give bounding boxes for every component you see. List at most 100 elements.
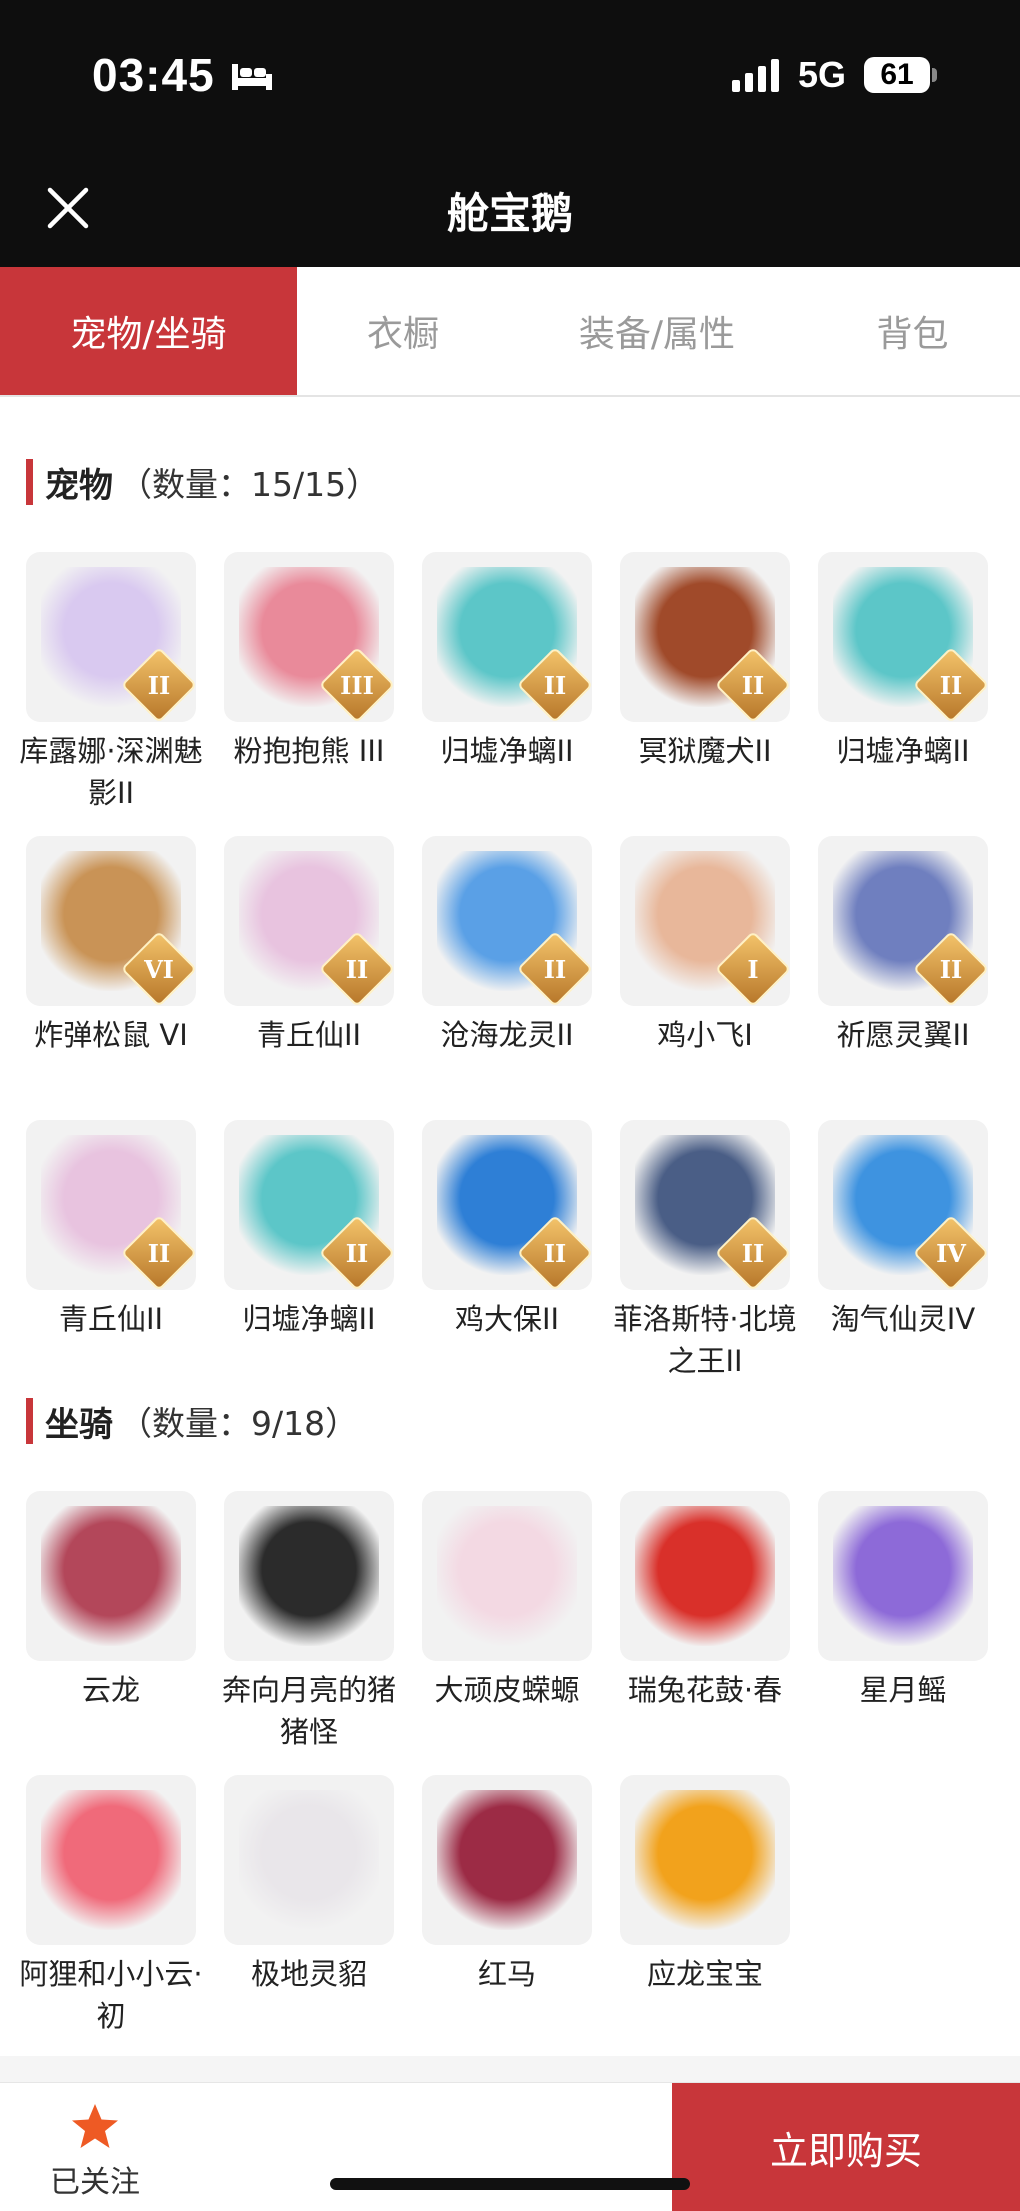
item-image — [437, 1790, 577, 1930]
tier-badge-label: II — [741, 670, 765, 700]
item-thumbnail: I — [620, 836, 790, 1006]
pet-card[interactable]: II 归墟净螭II — [422, 552, 592, 818]
item-name: 鸡大保II — [454, 1302, 560, 1336]
section-accent-bar — [26, 1398, 33, 1444]
item-name: 淘气仙灵IV — [830, 1302, 976, 1336]
mounts-section-count: （数量：9/18） — [119, 1404, 359, 1443]
item-thumbnail: II — [422, 552, 592, 722]
tier-badge-label: II — [939, 670, 963, 700]
star-icon — [72, 2104, 118, 2148]
item-image — [635, 1506, 775, 1646]
item-name: 奔向月亮的猪猪怪 — [221, 1673, 396, 1749]
top-bar: 03:45 5G 61 舱宝鹅 — [0, 0, 1020, 267]
pet-card[interactable]: II 鸡大保II — [422, 1120, 592, 1386]
item-name: 沧海龙灵II — [440, 1018, 574, 1052]
mount-card[interactable]: 大顽皮蝾螈 — [422, 1491, 592, 1757]
item-thumbnail — [224, 1775, 394, 1945]
pets-grid: II 库露娜·深渊魅影II III 粉抱抱熊 III II 归墟净螭II II 冥狱魔犬II I… — [19, 552, 996, 1386]
item-name: 粉抱抱熊 III — [233, 734, 385, 768]
tab-backpack[interactable]: 背包 — [805, 267, 1020, 395]
mount-card[interactable]: 瑞兔花鼓·春 — [620, 1491, 790, 1757]
battery-icon: 61 — [864, 57, 930, 93]
battery-level: 61 — [880, 58, 914, 91]
item-thumbnail — [620, 1775, 790, 1945]
mount-card[interactable]: 极地灵貂 — [224, 1775, 394, 2041]
pets-section-count: （数量：15/15） — [119, 465, 380, 504]
item-thumbnail — [26, 1491, 196, 1661]
item-name: 青丘仙II — [256, 1018, 362, 1052]
pet-card[interactable]: I 鸡小飞I — [620, 836, 790, 1102]
follow-button[interactable]: 已关注 — [40, 2101, 150, 2201]
tab-equipment[interactable]: 装备/属性 — [509, 267, 805, 395]
item-name: 极地灵貂 — [250, 1957, 367, 1991]
tier-badge-label: VI — [144, 954, 174, 984]
item-thumbnail: II — [26, 1120, 196, 1290]
item-image — [833, 1506, 973, 1646]
tier-badge-label: IV — [936, 1238, 966, 1268]
tier-badge-label: II — [147, 1238, 171, 1268]
tab-wardrobe[interactable]: 衣橱 — [297, 267, 509, 395]
pet-card[interactable]: II 菲洛斯特·北境之王II — [613, 1120, 797, 1386]
item-thumbnail: IV — [818, 1120, 988, 1290]
signal-icon — [732, 59, 779, 92]
battery-tip — [932, 68, 937, 82]
item-name: 祈愿灵翼II — [836, 1018, 970, 1052]
item-thumbnail — [422, 1491, 592, 1661]
mount-card[interactable]: 奔向月亮的猪猪怪 — [222, 1491, 396, 1757]
status-bar: 03:45 5G 61 — [0, 0, 1020, 150]
tier-badge-label: III — [340, 670, 374, 700]
pet-card[interactable]: II 青丘仙II — [26, 1120, 196, 1386]
pets-section-title: 宠物 — [45, 465, 113, 506]
item-thumbnail: II — [422, 1120, 592, 1290]
buy-now-button[interactable]: 立即购买 — [672, 2083, 1020, 2211]
mount-card[interactable]: 应龙宝宝 — [620, 1775, 790, 2041]
item-image — [239, 1506, 379, 1646]
item-thumbnail — [224, 1491, 394, 1661]
bottom-bar: 已关注 立即购买 — [0, 2082, 1020, 2211]
pet-card[interactable]: II 冥狱魔犬II — [620, 552, 790, 818]
item-name: 炸弹松鼠 VI — [34, 1018, 188, 1052]
item-name: 阿狸和小小云·初 — [19, 1957, 203, 2033]
tier-badge-label: II — [147, 670, 171, 700]
item-name: 应龙宝宝 — [646, 1957, 763, 1991]
mount-card[interactable]: 云龙 — [26, 1491, 196, 1757]
pet-card[interactable]: II 归墟净螭II — [224, 1120, 394, 1386]
sleep-mode-icon — [232, 64, 272, 90]
tier-badge-label: II — [345, 1238, 369, 1268]
pet-card[interactable]: II 青丘仙II — [224, 836, 394, 1102]
pet-card[interactable]: II 库露娜·深渊魅影II — [19, 552, 203, 818]
tier-badge-label: II — [543, 1238, 567, 1268]
item-thumbnail: II — [224, 1120, 394, 1290]
tier-badge-label: II — [939, 954, 963, 984]
pet-card[interactable]: IV 淘气仙灵IV — [818, 1120, 988, 1386]
item-thumbnail: III — [224, 552, 394, 722]
pet-card[interactable]: II 祈愿灵翼II — [818, 836, 988, 1102]
follow-label: 已关注 — [50, 2165, 140, 2200]
item-name: 青丘仙II — [58, 1302, 164, 1336]
mount-card[interactable]: 红马 — [422, 1775, 592, 2041]
item-thumbnail: II — [26, 552, 196, 722]
pet-card[interactable]: II 归墟净螭II — [818, 552, 988, 818]
tier-badge-label: I — [747, 954, 759, 984]
item-name: 归墟净螭II — [440, 734, 574, 768]
item-name: 归墟净螭II — [242, 1302, 376, 1336]
page-title: 舱宝鹅 — [446, 189, 573, 238]
item-name: 归墟净螭II — [836, 734, 970, 768]
item-thumbnail: II — [818, 836, 988, 1006]
item-thumbnail — [26, 1775, 196, 1945]
home-indicator — [330, 2178, 690, 2190]
item-name: 鸡小飞I — [657, 1018, 753, 1052]
item-name: 大顽皮蝾螈 — [434, 1673, 580, 1707]
pet-card[interactable]: VI 炸弹松鼠 VI — [26, 836, 196, 1102]
mount-card[interactable]: 星月鳐 — [818, 1491, 988, 1757]
item-name: 星月鳐 — [859, 1673, 947, 1707]
tab-pets-mounts[interactable]: 宠物/坐骑 — [0, 267, 297, 395]
item-name: 菲洛斯特·北境之王II — [613, 1302, 797, 1378]
pet-card[interactable]: III 粉抱抱熊 III — [224, 552, 394, 818]
item-thumbnail — [620, 1491, 790, 1661]
item-name: 库露娜·深渊魅影II — [19, 734, 203, 810]
pet-card[interactable]: II 沧海龙灵II — [422, 836, 592, 1102]
item-thumbnail: II — [620, 552, 790, 722]
mount-card[interactable]: 阿狸和小小云·初 — [19, 1775, 203, 2041]
section-accent-bar — [26, 459, 33, 505]
